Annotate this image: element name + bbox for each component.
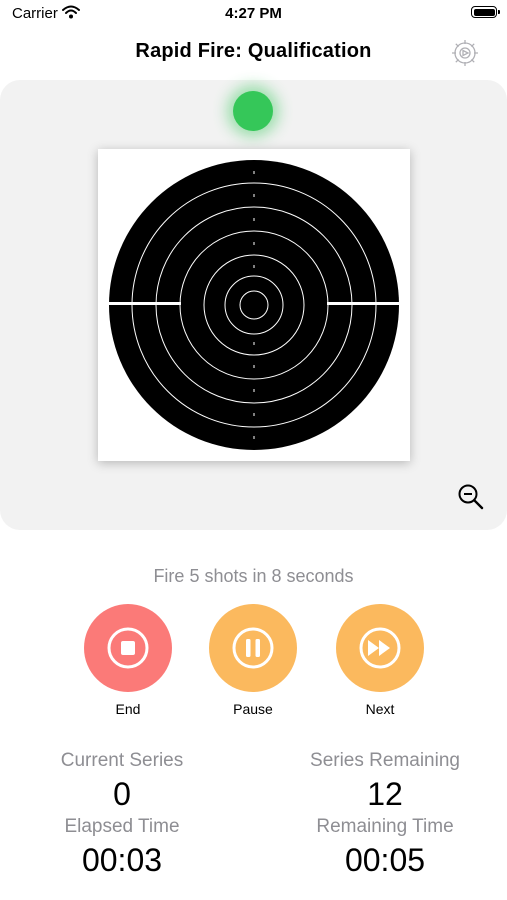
series-remaining-value: 12 [367,776,403,812]
page-title: Rapid Fire: Qualification [135,40,372,62]
current-series-label: Current Series [60,750,184,771]
status-time: 4:27 PM [225,5,282,22]
stop-icon [107,627,149,669]
end-button-label: End [115,701,141,717]
gear-icon[interactable] [450,38,480,68]
current-series-value: 0 [113,776,131,812]
pause-icon [232,627,274,669]
remaining-time-label: Remaining Time [316,816,454,837]
elapsed-time-label: Elapsed Time [64,816,180,837]
instruction-text: Fire 5 shots in 8 seconds [153,566,354,586]
battery-icon [471,6,500,18]
elapsed-time-value: 00:03 [81,842,163,878]
target-card [98,149,410,461]
pause-button[interactable] [209,604,297,692]
next-button[interactable] [336,604,424,692]
next-button-label: Next [365,701,395,717]
remaining-time-value: 00:05 [344,842,426,878]
end-button[interactable] [84,604,172,692]
fast-forward-icon [359,627,401,669]
target-icon [109,160,399,450]
status-indicator-light [233,91,273,131]
status-bar: Carrier 4:27 PM [0,0,507,30]
zoom-out-icon[interactable] [456,482,486,512]
series-remaining-label: Series Remaining [310,750,460,771]
pause-button-label: Pause [233,701,273,717]
